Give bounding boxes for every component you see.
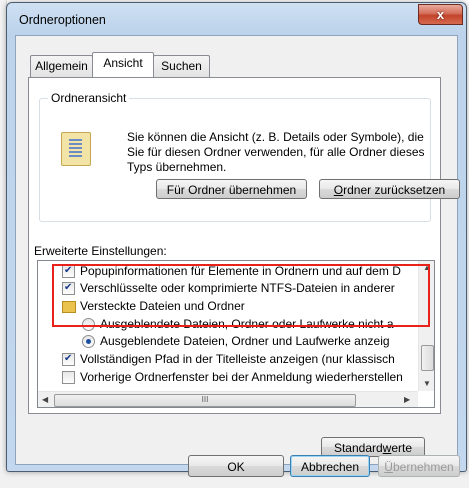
close-icon: x xyxy=(436,7,445,22)
folder-view-group: Ordneransicht Sie können die Ansicht (z.… xyxy=(39,91,460,222)
close-button[interactable]: x xyxy=(418,4,463,25)
window-title: Ordneroptionen xyxy=(19,13,106,27)
list-item[interactable]: Ausgeblendete Dateien, Ordner und Laufwe… xyxy=(38,333,418,349)
tab-page-ansicht: Ordneransicht Sie können die Ansicht (z.… xyxy=(28,77,460,457)
tab-label: Allgemein xyxy=(35,59,88,73)
dialog-client-area: Allgemein Ansicht Suchen Ordneransicht S… xyxy=(15,35,460,477)
list-item-label: Ausgeblendete Dateien, Ordner und Laufwe… xyxy=(100,334,390,348)
tab-allgemein[interactable]: Allgemein xyxy=(30,55,93,77)
checkbox[interactable] xyxy=(62,351,75,367)
group-label: Ordneransicht xyxy=(48,91,130,105)
horizontal-scrollbar[interactable]: ◀ III ▶ xyxy=(38,391,418,407)
folder-options-dialog: Ordneroptionen x Allgemein Ansicht Suche… xyxy=(6,2,467,477)
cancel-button[interactable]: Abbrechen xyxy=(290,455,370,477)
apply-to-folders-label: Für Ordner übernehmen xyxy=(166,183,297,197)
list-item-label: Vollständigen Pfad in der Titelleiste an… xyxy=(80,352,395,366)
reset-folders-button[interactable]: Ordner zurücksetzen xyxy=(319,179,460,199)
highlight-box xyxy=(52,264,430,327)
defaults-label-prefix: Standard xyxy=(333,441,383,455)
apply-to-folders-button[interactable]: Für Ordner übernehmen xyxy=(156,179,307,199)
apply-button[interactable]: Übernehmen xyxy=(378,455,460,477)
advanced-settings-label: Erweiterte Einstellungen: xyxy=(34,244,167,258)
scroll-down-arrow-icon[interactable]: ▼ xyxy=(423,379,431,388)
restore-defaults-button[interactable]: Standardwerte xyxy=(321,437,425,457)
reset-label: rdner zurücksetzen xyxy=(343,183,446,197)
checkbox[interactable] xyxy=(62,371,75,384)
scroll-right-arrow-icon[interactable]: ▶ xyxy=(404,395,410,404)
tab-label: Ansicht xyxy=(103,56,143,70)
tab-ansicht[interactable]: Ansicht xyxy=(92,52,154,77)
reset-accesskey: O xyxy=(333,183,344,197)
ok-button[interactable]: OK xyxy=(188,455,284,477)
radio-button[interactable] xyxy=(82,335,95,348)
folder-view-icon xyxy=(61,132,91,166)
list-item[interactable]: Vollständigen Pfad in der Titelleiste an… xyxy=(38,351,418,367)
defaults-label-suffix: erte xyxy=(391,441,413,455)
tab-label: Suchen xyxy=(161,59,202,73)
apply-accesskey: Ü xyxy=(384,460,393,474)
folder-view-description: Sie können die Ansicht (z. B. Details od… xyxy=(127,130,425,174)
vertical-scroll-thumb[interactable] xyxy=(421,345,434,371)
list-item[interactable]: Vorherige Ordnerfenster bei der Anmeldun… xyxy=(38,369,418,385)
tab-suchen[interactable]: Suchen xyxy=(153,55,210,77)
cancel-label: Abbrechen xyxy=(300,460,360,474)
list-item-label: Vorherige Ordnerfenster bei der Anmeldun… xyxy=(80,370,403,384)
grip-icon: III xyxy=(201,395,209,404)
ok-label: OK xyxy=(227,460,245,474)
horizontal-scroll-thumb[interactable]: III xyxy=(54,394,356,407)
apply-label: bernehmen xyxy=(392,460,454,474)
scroll-left-arrow-icon[interactable]: ◀ xyxy=(42,395,48,404)
